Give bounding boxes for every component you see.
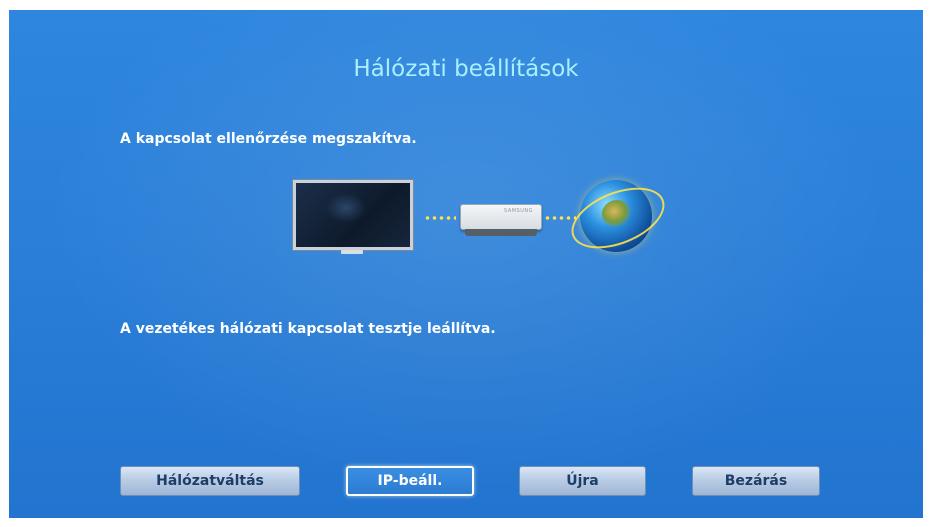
connection-dots-router-globe bbox=[544, 216, 576, 220]
connection-status-message: A kapcsolat ellenőrzése megszakítva. bbox=[120, 131, 417, 147]
page-title: Hálózati beállítások bbox=[353, 56, 579, 82]
ip-settings-button[interactable]: IP-beáll. bbox=[346, 466, 474, 496]
connection-dots-tv-router bbox=[424, 216, 456, 220]
wired-test-status-message: A vezetékes hálózati kapcsolat tesztje l… bbox=[120, 321, 496, 337]
router-icon: SAMSUNG bbox=[460, 204, 542, 236]
close-button[interactable]: Bezárás bbox=[692, 466, 820, 496]
retry-button[interactable]: Újra bbox=[519, 466, 646, 496]
network-change-button[interactable]: Hálózatváltás bbox=[120, 466, 300, 496]
tv-stand bbox=[341, 250, 363, 254]
network-diagram: SAMSUNG bbox=[289, 170, 674, 261]
network-settings-dialog: Hálózati beállítások A kapcsolat ellenőr… bbox=[9, 10, 923, 518]
router-brand-label: SAMSUNG bbox=[504, 208, 533, 214]
tv-icon bbox=[293, 180, 413, 250]
